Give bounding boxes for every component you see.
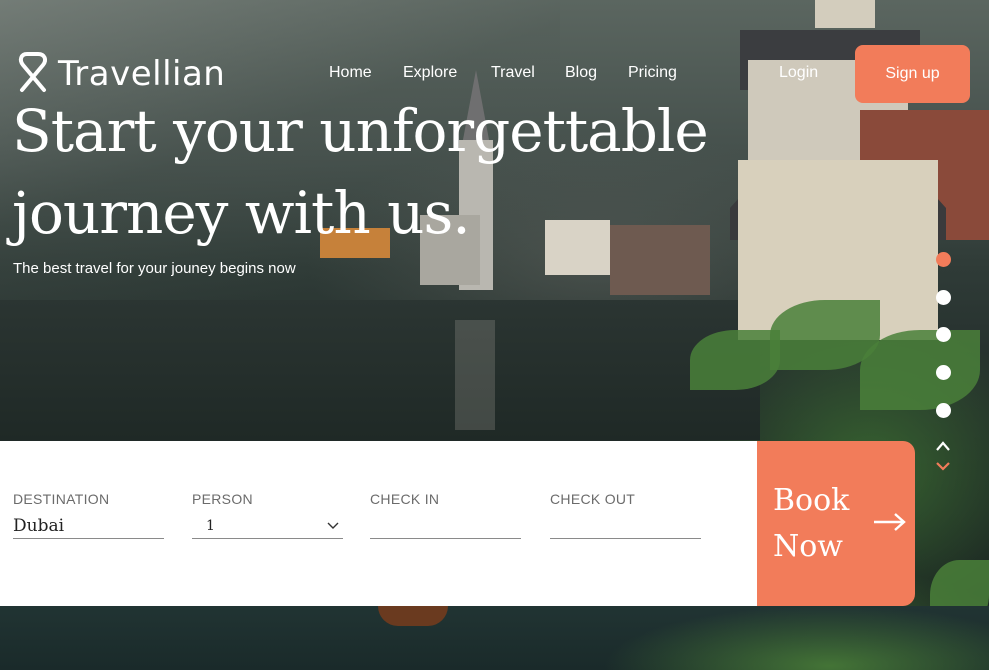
hero-subline: The best travel for your jouney begins n… <box>13 260 296 277</box>
tower <box>815 0 875 28</box>
destination-value: Dubai <box>13 515 65 536</box>
rock <box>378 606 448 626</box>
slider-dot-1[interactable] <box>936 252 951 267</box>
person-field: PERSON 1 <box>192 491 343 539</box>
chevron-up-icon[interactable] <box>935 437 951 451</box>
nav-pricing[interactable]: Pricing <box>628 64 677 82</box>
destination-label: DESTINATION <box>13 491 110 507</box>
login-link[interactable]: Login <box>779 64 818 82</box>
book-now-button[interactable]: Book Now <box>757 441 915 606</box>
water-reflection <box>455 320 495 430</box>
slider-dot-5[interactable] <box>936 403 951 418</box>
book-now-label-line-1: Book <box>773 482 850 518</box>
hero-headline-line-2: journey with us. <box>12 179 471 247</box>
brand-name: Travellian <box>58 54 226 94</box>
nav-travel[interactable]: Travel <box>491 64 535 82</box>
arrow-right-icon <box>873 512 907 536</box>
hero-headline: Start your unforgettable journey with us… <box>12 90 712 254</box>
slider-dot-2[interactable] <box>936 290 951 305</box>
check-in-input[interactable] <box>370 513 521 539</box>
lake-water <box>0 300 760 440</box>
check-in-label: CHECK IN <box>370 491 440 507</box>
chevron-down-icon[interactable] <box>935 457 951 471</box>
check-out-input[interactable] <box>550 513 701 539</box>
chevron-down-icon <box>327 518 339 534</box>
person-value: 1 <box>206 517 215 534</box>
check-out-label: CHECK OUT <box>550 491 636 507</box>
nav-blog[interactable]: Blog <box>565 64 597 82</box>
foliage <box>690 330 780 390</box>
check-out-field: CHECK OUT <box>550 491 701 539</box>
person-label: PERSON <box>192 491 253 507</box>
nav-explore[interactable]: Explore <box>403 64 457 82</box>
slider-dot-4[interactable] <box>936 365 951 380</box>
signup-button[interactable]: Sign up <box>855 45 970 103</box>
check-in-field: CHECK IN <box>370 491 521 539</box>
person-select[interactable]: 1 <box>192 513 343 539</box>
book-now-label-line-2: Now <box>773 528 843 564</box>
nav-home[interactable]: Home <box>329 64 372 82</box>
booking-form: DESTINATION Dubai PERSON 1 CHECK IN CHEC… <box>0 441 760 606</box>
destination-input[interactable]: Dubai <box>13 513 164 539</box>
foliage <box>860 330 980 410</box>
destination-field: DESTINATION Dubai <box>13 491 164 539</box>
slider-dot-3[interactable] <box>936 327 951 342</box>
book-now-label: Book Now <box>773 478 863 570</box>
foliage <box>450 606 989 670</box>
hero-headline-line-1: Start your unforgettable <box>12 97 709 165</box>
